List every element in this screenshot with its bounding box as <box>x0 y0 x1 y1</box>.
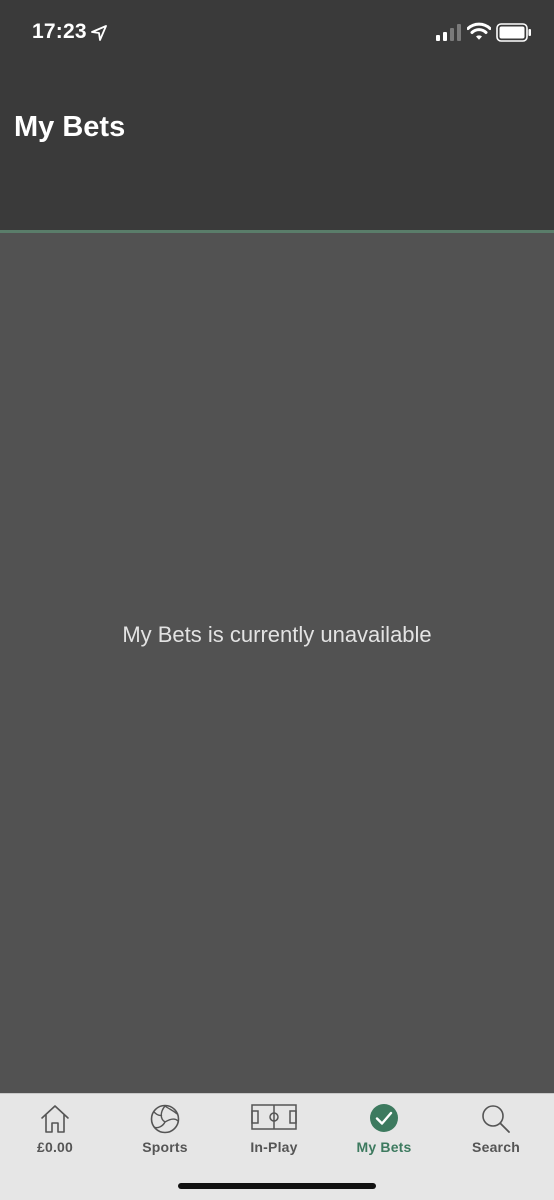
tab-balance[interactable]: £0.00 <box>0 1094 110 1174</box>
cellular-signal-icon <box>436 24 461 41</box>
tab-label-in-play: In-Play <box>250 1139 298 1155</box>
home-icon <box>41 1105 69 1133</box>
tab-search[interactable]: Search <box>441 1094 551 1174</box>
status-bar: 17:23 <box>0 0 554 66</box>
status-time: 17:23 <box>32 20 87 43</box>
location-arrow-icon <box>91 25 107 41</box>
tab-my-bets[interactable]: My Bets <box>329 1094 439 1174</box>
wifi-icon <box>467 22 491 40</box>
tab-label-sports: Sports <box>142 1139 188 1155</box>
tab-in-play[interactable]: In-Play <box>219 1094 329 1174</box>
home-indicator[interactable] <box>178 1183 376 1189</box>
pitch-icon <box>251 1104 297 1130</box>
page-title: My Bets <box>14 111 126 143</box>
unavailable-message: My Bets is currently unavailable <box>122 622 432 647</box>
football-icon <box>150 1104 180 1134</box>
check-circle-icon <box>370 1104 398 1132</box>
bets-content-area: My Bets is currently unavailable <box>0 233 554 1093</box>
tab-label-search: Search <box>472 1139 520 1155</box>
tab-label-my-bets: My Bets <box>356 1139 412 1155</box>
tab-sports[interactable]: Sports <box>110 1094 220 1174</box>
tab-label-balance: £0.00 <box>36 1139 74 1155</box>
page-header: My Bets <box>0 66 554 230</box>
search-icon <box>482 1105 510 1133</box>
battery-icon <box>496 23 531 42</box>
my-bets-screen: 17:23 My Bets My Bets is currently unava… <box>0 0 554 1200</box>
